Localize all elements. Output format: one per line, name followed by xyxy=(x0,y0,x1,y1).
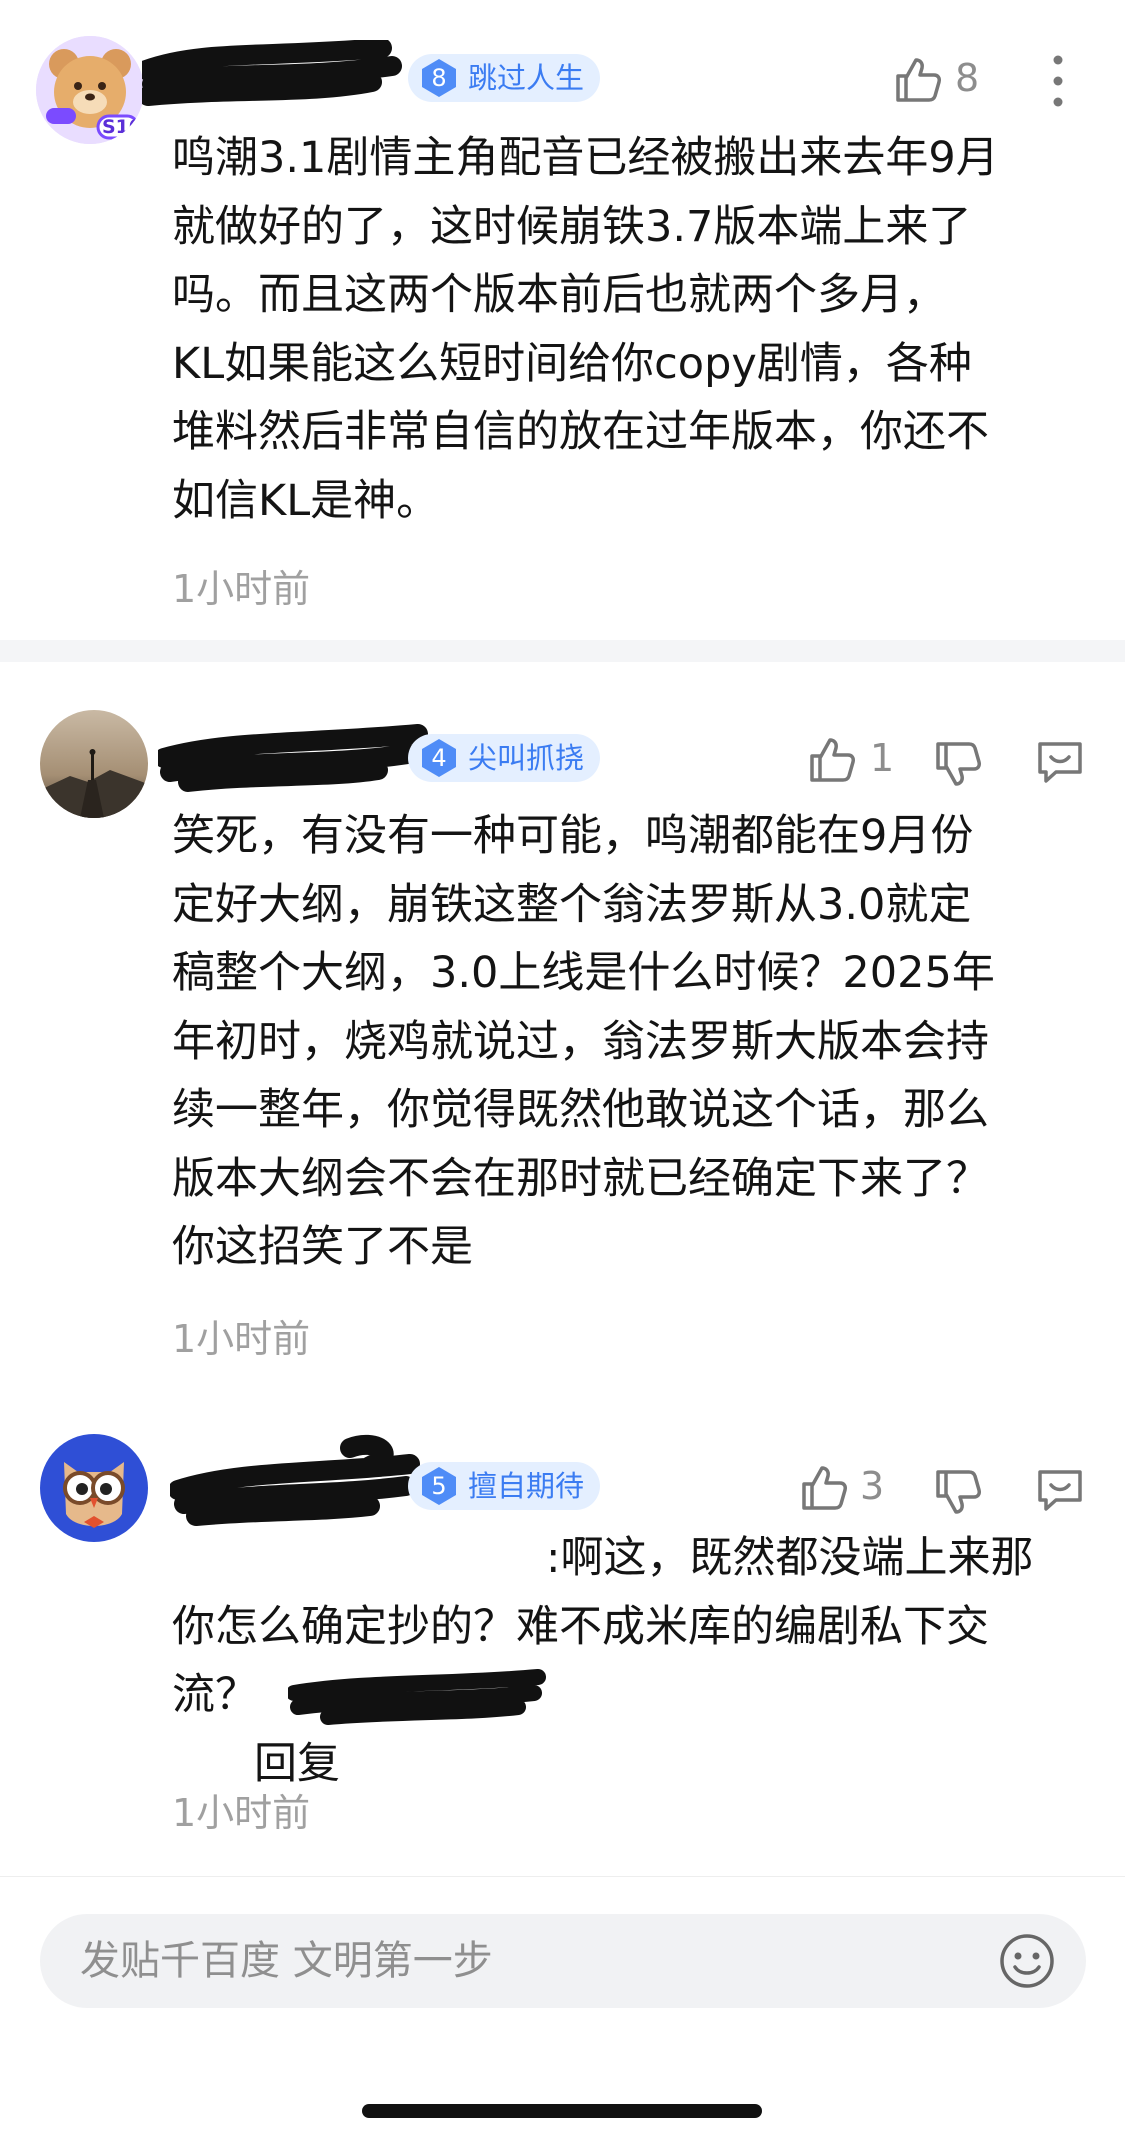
user-title-badge: 4 尖叫抓挠 xyxy=(408,734,601,782)
redacted-username xyxy=(158,724,428,792)
reply-icon[interactable] xyxy=(1034,1466,1086,1514)
section-divider xyxy=(0,640,1125,662)
like-count: 1 xyxy=(870,736,895,780)
redacted-username xyxy=(142,40,402,106)
avatar-level-tag: S10 xyxy=(102,116,143,138)
landscape-avatar-icon xyxy=(40,710,148,818)
comment-3: 5 擅自期待 3 回复 :啊这，既然都没端上来那 你怎么确定抄的？难不成米库的编… xyxy=(0,1392,1125,1872)
level-icon: 8 xyxy=(418,57,460,99)
comment-1: S10 8 跳过人生 8 鸣潮3.1剧情主角配音已经被搬出来去年9月 就做好的了… xyxy=(0,0,1125,640)
reply-prefix: 回复 xyxy=(254,1738,341,1789)
user-title-badge: 8 跳过人生 xyxy=(408,54,601,102)
input-divider xyxy=(0,1876,1125,1877)
thumbs-up-icon[interactable] xyxy=(798,1462,850,1514)
user-title-badge: 5 擅自期待 xyxy=(408,1462,601,1510)
like-count: 3 xyxy=(860,1464,885,1508)
reply-icon[interactable] xyxy=(1034,738,1086,786)
comment-input-placeholder: 发贴千百度 文明第一步 xyxy=(80,1938,493,1984)
home-indicator xyxy=(362,2104,762,2118)
timestamp: 1小时前 xyxy=(172,1317,311,1361)
badge-title: 跳过人生 xyxy=(468,61,585,95)
comment-input[interactable]: 发贴千百度 文明第一步 xyxy=(40,1914,1086,2008)
thumbs-down-icon[interactable] xyxy=(932,738,984,790)
avatar[interactable]: S10 xyxy=(36,36,144,144)
like-count: 8 xyxy=(955,56,980,100)
badge-title: 擅自期待 xyxy=(468,1469,585,1503)
more-options-icon[interactable] xyxy=(1050,54,1066,108)
emoji-icon[interactable] xyxy=(998,1932,1056,1990)
comment-text: 笑死，有没有一种可能，鸣潮都能在9月份 定好大纲，崩铁这整个翁法罗斯从3.0就定… xyxy=(172,811,995,1272)
comment-text: :啊这，既然都没端上来那 你怎么确定抄的？难不成米库的编剧私下交 流？ xyxy=(172,1533,1034,1720)
thumbs-up-icon[interactable] xyxy=(806,734,858,786)
badge-title: 尖叫抓挠 xyxy=(468,741,585,775)
thumbs-up-icon[interactable] xyxy=(892,54,944,106)
level-icon: 5 xyxy=(418,1465,460,1507)
thumbs-down-icon[interactable] xyxy=(932,1466,984,1518)
avatar[interactable] xyxy=(40,710,148,818)
avatar[interactable] xyxy=(40,1434,148,1542)
level-icon: 4 xyxy=(418,737,460,779)
timestamp: 1小时前 xyxy=(172,1791,311,1835)
comment-2: 4 尖叫抓挠 1 笑死，有没有一种可能，鸣潮都能在9月份 定好大纲，崩铁这整个翁… xyxy=(0,662,1125,1392)
redacted-username xyxy=(170,1434,420,1526)
owl-avatar-icon xyxy=(40,1434,148,1542)
comment-text: 鸣潮3.1剧情主角配音已经被搬出来去年9月 就做好的了，这时候崩铁3.7版本端上… xyxy=(172,133,999,526)
timestamp: 1小时前 xyxy=(172,567,311,611)
